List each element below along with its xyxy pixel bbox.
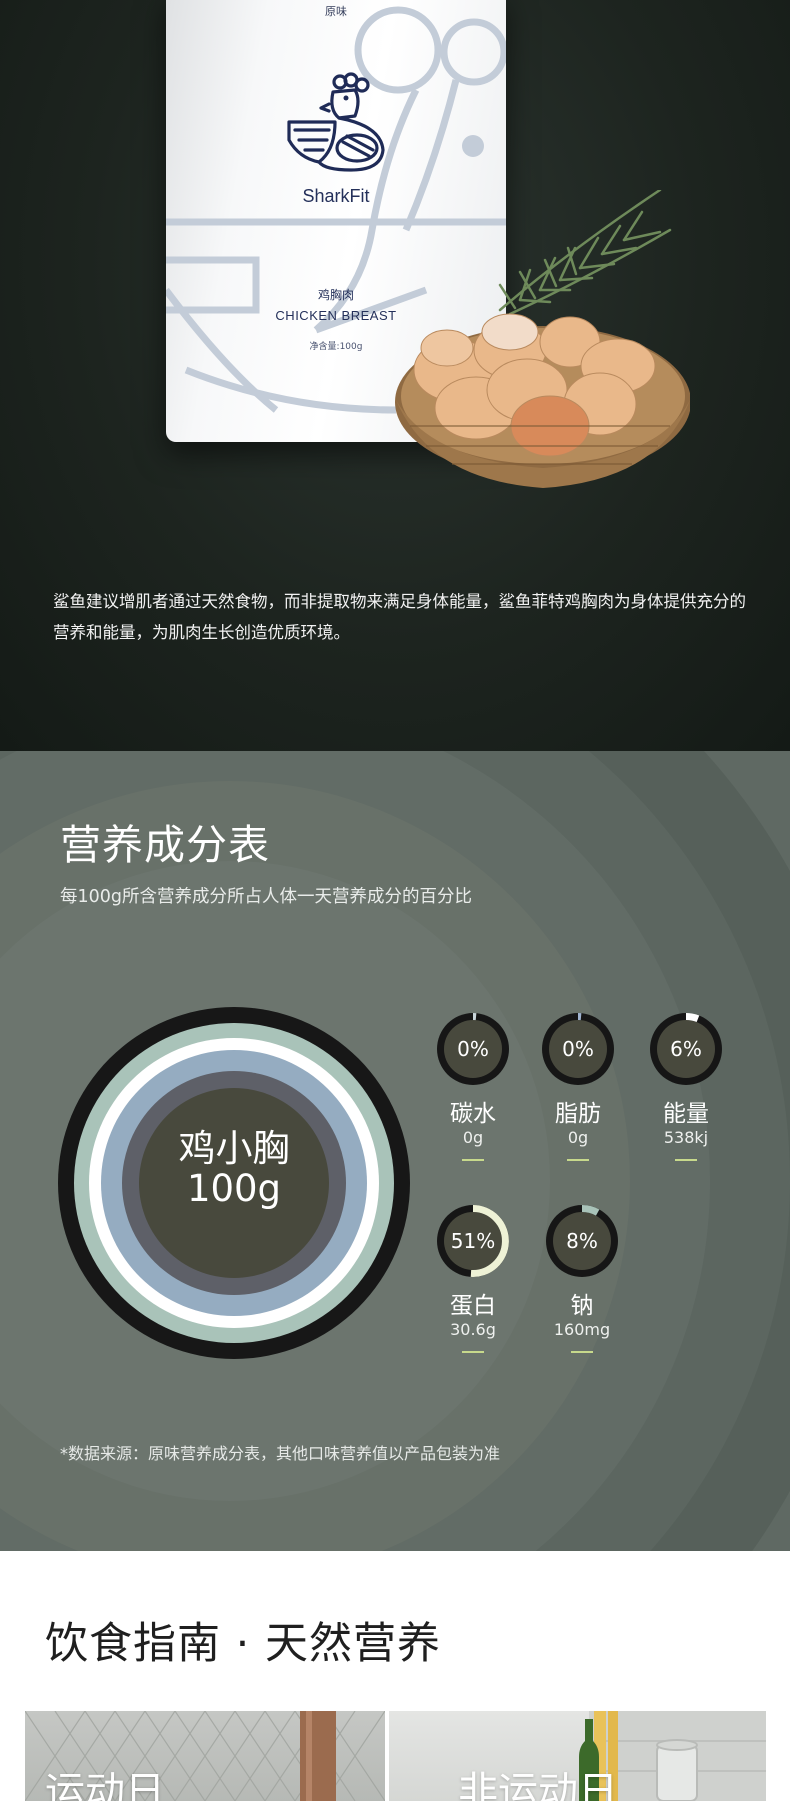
energy-amount: 538kj <box>663 1128 709 1147</box>
carbs-amount: 0g <box>462 1128 484 1147</box>
energy-dial: 6% <box>650 1013 722 1085</box>
energy-name: 能量 <box>663 1101 709 1127</box>
sodium-dial: 8% <box>546 1205 618 1277</box>
protein-dash <box>462 1351 484 1353</box>
hero-section: 原味 SharkFit 鸡胸肉 CHICKEN BREAST 净含量:100g … <box>0 0 790 751</box>
fat-percent: 0% <box>562 1037 594 1061</box>
sodium-amount: 160mg <box>553 1320 611 1339</box>
fat-name: 脂肪 <box>555 1101 601 1127</box>
rest-day-label: 非运动日 <box>458 1769 618 1801</box>
hero-description: 鲨鱼建议增肌者通过天然食物，而非提取物来满足身体能量，鲨鱼菲特鸡胸肉为身体提供充… <box>53 592 746 642</box>
sodium-dash <box>571 1351 593 1353</box>
fat-dial: 0% <box>542 1013 614 1085</box>
fat-dash <box>567 1159 589 1161</box>
protein-amount: 30.6g <box>450 1320 496 1339</box>
center-label-weight: 100g <box>186 1167 282 1210</box>
carbs-dial: 0% <box>437 1013 509 1085</box>
protein-name: 蛋白 <box>450 1293 496 1319</box>
stat-sodium: 8% 钠 160mg <box>532 1205 632 1353</box>
carbs-name: 碳水 <box>450 1101 496 1127</box>
stat-fat: 0% 脂肪 0g <box>528 1013 628 1161</box>
sodium-percent: 8% <box>566 1229 598 1253</box>
carbs-dash <box>462 1159 484 1161</box>
nutrition-source-note: *数据来源：原味营养成分表，其他口味营养值以产品包装为准 <box>60 1444 501 1463</box>
pouch-flavor-label: 原味 <box>325 5 347 18</box>
nutrition-subtitle: 每100g所含营养成分所占人体一天营养成分的百分比 <box>60 887 473 907</box>
protein-dial: 51% <box>437 1205 509 1277</box>
sodium-name: 钠 <box>570 1293 594 1319</box>
workout-day-card[interactable]: 运动日 <box>25 1711 385 1801</box>
workout-day-label: 运动日 <box>45 1769 165 1801</box>
stat-carbs: 0% 碳水 0g <box>423 1013 523 1161</box>
nutrition-section: 营养成分表 每100g所含营养成分所占人体一天营养成分的百分比 鸡小胸 100g… <box>0 751 790 1551</box>
energy-percent: 6% <box>670 1037 702 1061</box>
nutrition-title: 营养成分表 <box>60 821 270 869</box>
nutrition-center-label: 鸡小胸 100g <box>58 1129 410 1209</box>
carbs-percent: 0% <box>457 1037 489 1061</box>
diet-guide-title: 饮食指南 · 天然营养 <box>45 1619 442 1669</box>
product-detail-page: 原味 SharkFit 鸡胸肉 CHICKEN BREAST 净含量:100g … <box>0 0 790 1801</box>
stat-energy: 6% 能量 538kj <box>636 1013 736 1161</box>
rest-day-card[interactable]: 非运动日 <box>389 1711 766 1801</box>
protein-percent: 51% <box>450 1229 496 1253</box>
center-label-name: 鸡小胸 <box>178 1127 290 1170</box>
fat-amount: 0g <box>567 1128 589 1147</box>
diet-guide-section: 饮食指南 · 天然营养 运动日 非运动日 <box>0 1551 790 1801</box>
energy-dash <box>675 1159 697 1161</box>
stat-protein: 51% 蛋白 30.6g <box>423 1205 523 1353</box>
egg-basket-image <box>395 190 690 488</box>
chicken-logo-icon <box>287 72 385 172</box>
